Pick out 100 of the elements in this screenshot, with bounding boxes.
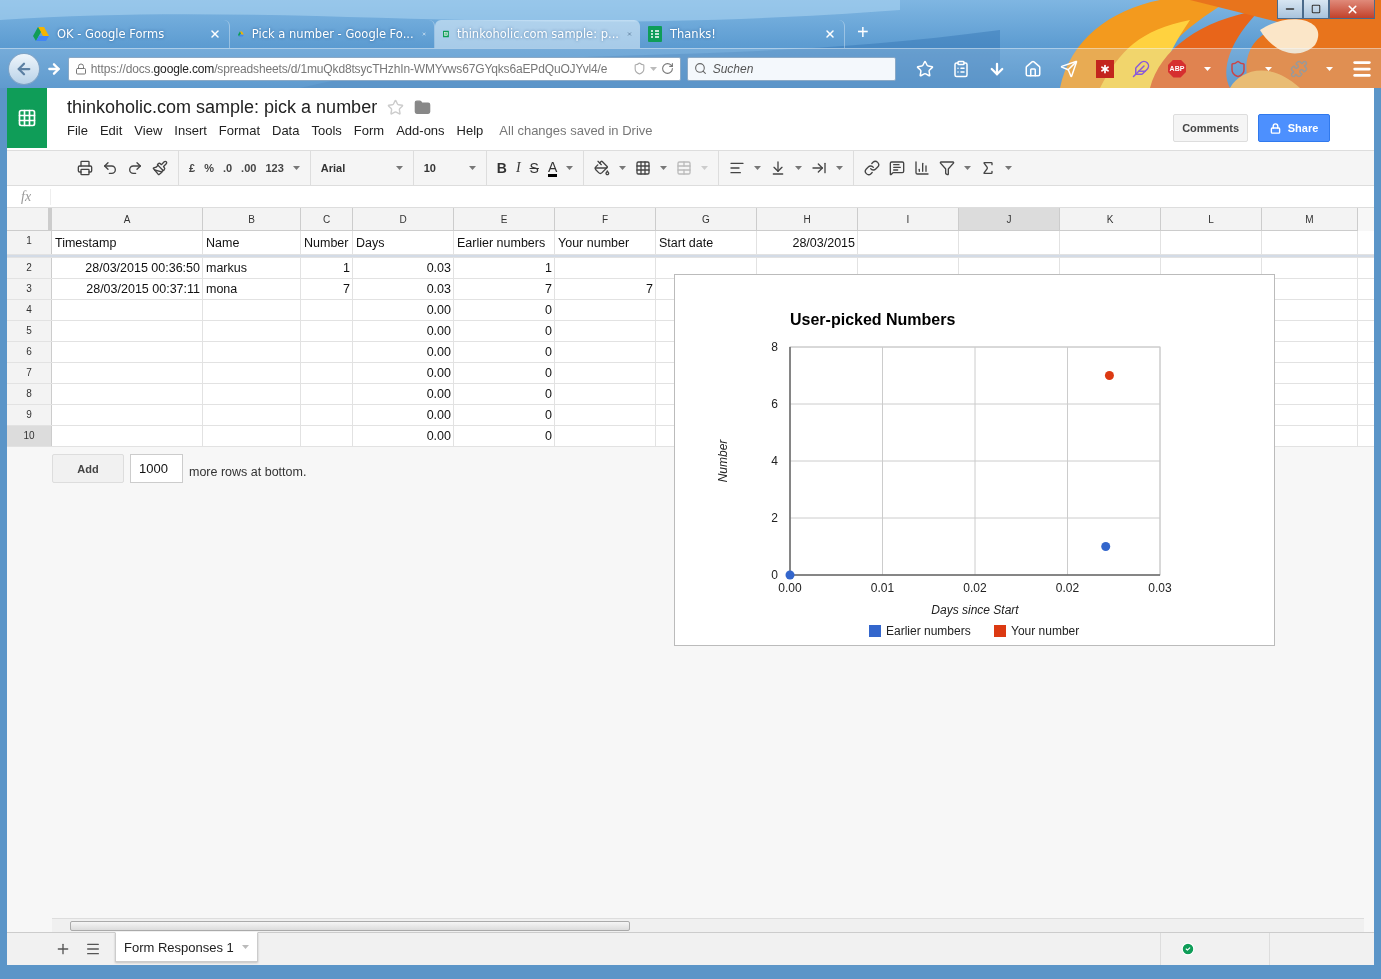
- feather-icon[interactable]: [1132, 59, 1150, 78]
- italic-button[interactable]: I: [515, 160, 521, 176]
- home-icon[interactable]: [1024, 59, 1042, 78]
- table-cell[interactable]: 0.03: [353, 258, 454, 278]
- paint-format-icon[interactable]: [152, 160, 168, 176]
- column-header[interactable]: G: [656, 208, 757, 231]
- row-header[interactable]: 3: [7, 279, 52, 299]
- table-cell[interactable]: 0.00: [353, 300, 454, 320]
- table-cell[interactable]: 0.00: [353, 321, 454, 341]
- menu-item[interactable]: View: [128, 123, 169, 138]
- row-count-field[interactable]: 1000: [130, 454, 183, 483]
- add-sheet-icon[interactable]: [55, 941, 71, 957]
- column-header[interactable]: I: [858, 208, 959, 231]
- menu-item[interactable]: Format: [212, 123, 266, 138]
- table-cell[interactable]: 7: [301, 279, 353, 299]
- close-icon[interactable]: [824, 28, 836, 40]
- row-header[interactable]: 8: [7, 384, 52, 404]
- table-cell[interactable]: 0.00: [353, 342, 454, 362]
- row-header[interactable]: 4: [7, 300, 52, 320]
- number-format-button[interactable]: .00: [241, 162, 257, 174]
- table-cell[interactable]: 0: [454, 384, 555, 404]
- table-cell[interactable]: 7: [454, 279, 555, 299]
- table-cell[interactable]: 0: [454, 300, 555, 320]
- redo-icon[interactable]: [127, 160, 143, 176]
- font-dropdown[interactable]: Arial: [320, 162, 403, 174]
- print-icon[interactable]: [77, 160, 93, 176]
- column-header[interactable]: F: [555, 208, 656, 231]
- link-icon[interactable]: [864, 160, 881, 176]
- column-header[interactable]: M: [1262, 208, 1358, 231]
- row-header[interactable]: 7: [7, 363, 52, 383]
- align-left-icon[interactable]: [729, 160, 746, 176]
- table-cell[interactable]: Your number: [555, 231, 656, 254]
- menu-item[interactable]: Tools: [305, 123, 348, 138]
- bookmark-star-icon[interactable]: [916, 59, 934, 78]
- number-format-button[interactable]: .0: [222, 162, 233, 174]
- table-cell[interactable]: 0.00: [353, 363, 454, 383]
- number-format-button[interactable]: 123: [265, 162, 284, 174]
- reading-list-icon[interactable]: [952, 59, 970, 78]
- column-header[interactable]: L: [1161, 208, 1262, 231]
- borders-icon[interactable]: [635, 160, 652, 176]
- url-field[interactable]: https://docs.google.com/spreadsheets/d/1muQkd8tsycTHzhIn-WMYvws67GYqks6aEPdQuOJYvl4/e: [67, 56, 681, 81]
- menu-item[interactable]: Edit: [93, 123, 129, 138]
- table-cell[interactable]: 0: [454, 405, 555, 425]
- reload-icon[interactable]: [660, 62, 674, 75]
- close-button[interactable]: [1329, 0, 1375, 19]
- table-cell[interactable]: mona: [203, 279, 301, 299]
- column-header[interactable]: D: [353, 208, 454, 231]
- table-cell[interactable]: 28/03/2015 00:36:50: [52, 258, 203, 278]
- table-cell[interactable]: 0.00: [353, 405, 454, 425]
- column-header[interactable]: K: [1060, 208, 1161, 231]
- table-cell[interactable]: 0: [454, 342, 555, 362]
- add-rows-button[interactable]: Add: [52, 454, 124, 483]
- paper-plane-icon[interactable]: [1060, 59, 1078, 78]
- merge-cells-icon[interactable]: [676, 160, 693, 176]
- text-wrap-icon[interactable]: [811, 160, 828, 176]
- menu-item[interactable]: File: [67, 123, 94, 138]
- menu-item[interactable]: Data: [266, 123, 306, 138]
- maximize-button[interactable]: [1303, 0, 1329, 19]
- column-header[interactable]: J: [959, 208, 1060, 231]
- chart-icon[interactable]: [914, 160, 931, 176]
- table-cell[interactable]: 0: [454, 426, 555, 446]
- column-header[interactable]: C: [301, 208, 353, 231]
- minimize-button[interactable]: [1277, 0, 1303, 19]
- row-header[interactable]: 2: [7, 258, 52, 278]
- comment-icon[interactable]: [889, 160, 906, 176]
- close-icon[interactable]: [209, 28, 221, 40]
- sheet-list-icon[interactable]: [85, 941, 101, 957]
- menu-item[interactable]: Add-ons: [390, 123, 451, 138]
- sheet-tab[interactable]: Form Responses 1: [115, 932, 258, 962]
- forward-icon[interactable]: [45, 60, 62, 77]
- table-cell[interactable]: Days: [353, 231, 454, 254]
- table-cell[interactable]: 0.00: [353, 384, 454, 404]
- menu-item[interactable]: Form: [347, 123, 391, 138]
- table-cell[interactable]: 0: [454, 363, 555, 383]
- table-cell[interactable]: Earlier numbers: [454, 231, 555, 254]
- table-cell[interactable]: 1: [454, 258, 555, 278]
- row-header[interactable]: 1: [7, 231, 52, 254]
- table-cell[interactable]: markus: [203, 258, 301, 278]
- corner-cell[interactable]: [7, 208, 52, 231]
- menu-item[interactable]: Help: [450, 123, 490, 138]
- text-color-button[interactable]: A: [547, 159, 558, 177]
- row-header[interactable]: 5: [7, 321, 52, 341]
- column-header[interactable]: A: [52, 208, 203, 231]
- number-format-button[interactable]: £: [189, 162, 196, 174]
- font-size-dropdown[interactable]: 10: [423, 162, 476, 174]
- horizontal-scrollbar[interactable]: [52, 918, 1364, 932]
- table-cell[interactable]: 28/03/2015 00:37:11: [52, 279, 203, 299]
- row-header[interactable]: 9: [7, 405, 52, 425]
- column-header[interactable]: E: [454, 208, 555, 231]
- table-cell[interactable]: 0.00: [353, 426, 454, 446]
- scrollbar-thumb[interactable]: [70, 920, 630, 931]
- table-cell[interactable]: Timestamp: [52, 231, 203, 254]
- fill-color-icon[interactable]: [594, 160, 611, 176]
- table-cell[interactable]: Start date: [656, 231, 757, 254]
- undo-icon[interactable]: [102, 160, 118, 176]
- column-header[interactable]: H: [757, 208, 858, 231]
- document-title[interactable]: thinkoholic.com sample: pick a number: [67, 97, 378, 118]
- sheets-logo[interactable]: [7, 88, 47, 148]
- comments-button[interactable]: Comments: [1173, 114, 1248, 142]
- table-cell[interactable]: 1: [301, 258, 353, 278]
